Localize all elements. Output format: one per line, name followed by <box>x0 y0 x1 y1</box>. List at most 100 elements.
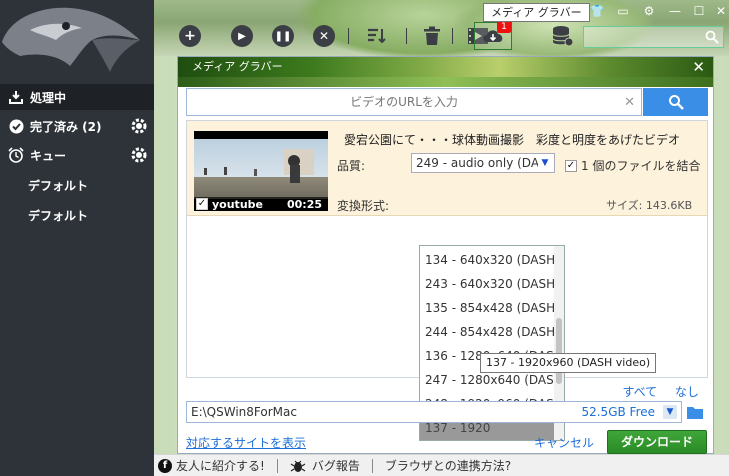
sidebar-item-label: キュー <box>30 148 67 163</box>
free-space-label: 52.5GB Free <box>581 405 655 419</box>
url-field[interactable]: ✕ <box>186 88 642 116</box>
dialog-title-text: メディア グラバー <box>192 60 283 73</box>
sidebar-item-default[interactable]: デフォルト <box>0 202 154 228</box>
toolbar-tooltip: メディア グラバー <box>483 3 590 22</box>
dropdown-option[interactable]: 134 - 640x320 (DASH ... <box>420 248 555 272</box>
play-button[interactable]: ▶ <box>230 24 254 48</box>
search-input[interactable] <box>583 26 724 48</box>
bug-label: バグ報告 <box>311 459 360 473</box>
close-window-button[interactable]: ✕ <box>710 2 729 20</box>
selection-links: すべて なし <box>608 383 699 400</box>
alarm-clock-icon <box>8 147 24 163</box>
combine-label: 1 個のファイルを結合 <box>581 159 701 173</box>
sidebar-item-default[interactable]: デフォルト <box>0 172 154 198</box>
statusbar-divider <box>276 458 278 473</box>
folder-icon[interactable] <box>686 404 704 420</box>
mini-mode-button[interactable]: ▭ <box>612 2 634 20</box>
sidebar-item-processing[interactable]: 処理中 <box>0 84 154 110</box>
duration-label: 00:25 <box>286 197 322 211</box>
close-icon: ✕ <box>715 4 727 18</box>
save-path-field[interactable]: E:\QSWin8ForMac 52.5GB Free ▼ <box>186 401 682 423</box>
video-thumbnail: ✓ youtube 00:25 <box>194 131 328 211</box>
thumbnail-caption-bar: ✓ youtube 00:25 <box>194 197 328 211</box>
eagle-logo-icon <box>2 7 140 72</box>
sidebar-item-completed[interactable]: 完了済み (2) <box>0 113 154 139</box>
select-all-link[interactable]: すべて <box>622 385 657 399</box>
clear-icon[interactable]: ✕ <box>624 95 635 110</box>
media-item[interactable]: ✓ youtube 00:25 愛宕公園にて・・・球体動画撮影 彩度と明度をあげ… <box>187 121 707 216</box>
window-icon: ▭ <box>617 4 629 18</box>
sidebar-item-label: デフォルト <box>28 208 89 223</box>
stop-button[interactable]: ✕ <box>312 24 336 48</box>
sidebar-item-queue[interactable]: キュー <box>0 142 154 168</box>
facebook-icon: f <box>158 458 172 473</box>
source-label: youtube <box>212 197 263 211</box>
share-link[interactable]: f 友人に紹介する! <box>154 457 265 474</box>
database-button[interactable] <box>550 24 574 48</box>
skin-button[interactable]: 👕 <box>586 2 608 20</box>
pause-icon: ❚❚ <box>272 25 294 47</box>
download-tray-icon <box>8 89 24 105</box>
statusbar-divider <box>371 458 373 473</box>
sort-button[interactable] <box>364 24 388 48</box>
media-grabber-button[interactable]: 1 <box>474 21 512 50</box>
dialog-title: メディア グラバー ✕ <box>178 57 713 77</box>
dropdown-option[interactable]: 135 - 854x428 (DASH ... <box>420 296 555 320</box>
maximize-button[interactable]: ☐ <box>688 2 710 20</box>
thumbnail-scene <box>204 149 314 183</box>
dropdown-option[interactable]: 243 - 640x320 (DASH ... <box>420 272 555 296</box>
search-icon <box>705 30 719 44</box>
download-button[interactable]: ダウンロード <box>607 430 707 454</box>
convert-format-label: 変換形式: <box>337 199 390 213</box>
media-list: ✓ youtube 00:25 愛宕公園にて・・・球体動画撮影 彩度と明度をあげ… <box>186 120 708 441</box>
quality-select[interactable]: 249 - audio only (DA ▼ <box>411 153 555 173</box>
share-label: 友人に紹介する! <box>176 459 265 473</box>
browser-integration-link[interactable]: ブラウザとの連携方法? <box>385 457 511 474</box>
quality-value: 249 - audio only (DA <box>416 156 540 170</box>
media-title: 愛宕公園にて・・・球体動画撮影 彩度と明度をあげたビデオ <box>344 133 681 147</box>
dropdown-option[interactable]: 244 - 854x428 (DASH ... <box>420 320 555 344</box>
settings-button[interactable]: ⚙ <box>638 2 660 20</box>
select-none-link[interactable]: なし <box>675 385 699 399</box>
url-input[interactable] <box>187 89 641 115</box>
status-bar: f 友人に紹介する! バグ報告 ブラウザとの連携方法? <box>154 454 729 476</box>
combine-files-checkbox[interactable]: ✓ 1 個のファイルを結合 <box>565 157 700 174</box>
supported-sites-link[interactable]: 対応するサイトを表示 <box>186 434 306 451</box>
checkbox-icon: ✓ <box>565 159 577 172</box>
toolbar-divider <box>452 28 453 44</box>
add-button[interactable]: + <box>178 24 202 48</box>
gear-icon: ⚙ <box>643 4 655 18</box>
sidebar: 処理中 完了済み (2) キュー デフォルト デフォルト <box>0 0 154 476</box>
check-circle-icon <box>8 118 24 134</box>
item-checkbox[interactable]: ✓ <box>196 198 208 210</box>
sidebar-item-label: 処理中 <box>30 90 67 105</box>
toolbar-divider <box>348 28 349 44</box>
cancel-button[interactable]: キャンセル <box>534 434 594 451</box>
sort-icon <box>368 28 386 44</box>
minimize-button[interactable]: — <box>664 2 686 20</box>
maximize-icon: ☐ <box>693 4 705 18</box>
trash-icon <box>424 26 440 45</box>
gear-icon[interactable] <box>130 146 148 164</box>
sidebar-item-label: 完了済み (2) <box>30 119 102 134</box>
url-search-button[interactable] <box>643 88 708 116</box>
toolbar: + ▶ ❚❚ ✕ 1 メディア グラバー 👕 ▭ ⚙ — ☐ ✕ <box>154 0 729 56</box>
dropdown-tooltip: 137 - 1920x960 (DASH video) <box>480 353 657 373</box>
delete-button[interactable] <box>420 24 444 48</box>
scrollbar-thumb[interactable] <box>556 318 562 384</box>
add-icon: + <box>179 25 201 47</box>
toolbar-divider <box>406 28 407 44</box>
sidebar-item-label: デフォルト <box>28 178 89 193</box>
close-dialog-button[interactable]: ✕ <box>692 58 705 76</box>
chevron-down-icon[interactable]: ▼ <box>663 405 677 419</box>
minimize-icon: — <box>669 4 681 18</box>
gear-icon[interactable] <box>130 117 148 135</box>
search-icon <box>668 95 684 110</box>
notification-badge: 1 <box>497 21 511 33</box>
quality-label: 品質: <box>337 159 366 173</box>
play-icon: ▶ <box>231 25 253 47</box>
pause-button[interactable]: ❚❚ <box>271 24 295 48</box>
media-grabber-dialog: メディア グラバー ✕ ✕ ✓ <box>177 56 714 454</box>
bug-report-link[interactable]: バグ報告 <box>290 457 360 474</box>
dialog-banner <box>178 77 713 87</box>
